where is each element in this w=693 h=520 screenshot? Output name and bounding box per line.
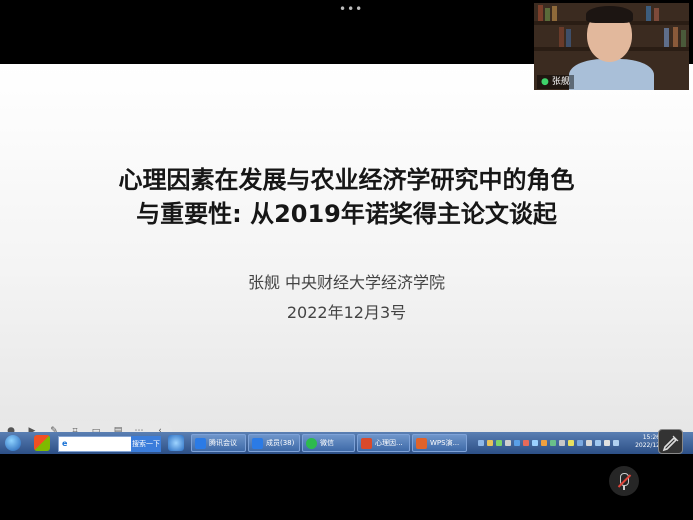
task-tencent-meeting[interactable]: 腾讯会议 [191, 434, 246, 452]
wechat-icon [306, 437, 317, 449]
microphone-on-icon: ● [541, 77, 549, 87]
participant-body [569, 59, 654, 90]
tray-icon[interactable] [478, 440, 484, 446]
microphone-stand [623, 486, 625, 490]
tray-icon[interactable] [523, 440, 529, 446]
start-button-icon[interactable] [5, 435, 21, 451]
tray-icon[interactable] [550, 440, 556, 446]
network-icon[interactable] [595, 440, 601, 446]
search-input[interactable]: e [58, 436, 132, 452]
book [681, 30, 686, 47]
shared-slide: 心理因素在发展与农业经济学研究中的角色 与重要性: 从2019年诺奖得主论文谈起… [0, 64, 693, 437]
participant-name-tag: ● 张舰 [537, 75, 574, 89]
clock-date: 2022/12 [635, 442, 660, 449]
book [664, 28, 669, 47]
task-wps[interactable]: WPS演... [412, 434, 467, 452]
tray-icon[interactable] [577, 440, 583, 446]
tray-icon[interactable] [541, 440, 547, 446]
presentation-icon [361, 437, 372, 449]
tray-icon[interactable] [613, 440, 619, 446]
more-options-icon[interactable]: ••• [339, 3, 363, 15]
tray-icon[interactable] [496, 440, 502, 446]
mute-microphone-button[interactable] [609, 466, 639, 496]
book [566, 29, 571, 47]
book [646, 6, 651, 21]
task-wechat[interactable]: 微信 [302, 434, 355, 452]
ie-icon: e [62, 439, 68, 448]
members-icon [252, 437, 263, 449]
windows-logo-icon[interactable] [34, 435, 50, 451]
tray-icon[interactable] [559, 440, 565, 446]
book [538, 5, 543, 21]
participant-video-tile[interactable]: ● 张舰 [534, 3, 689, 90]
tray-icon[interactable] [568, 440, 574, 446]
task-members[interactable]: 成员(38) [248, 434, 300, 452]
annotate-pen-button[interactable] [658, 429, 683, 454]
slide-title-line-1: 心理因素在发展与农业经济学研究中的角色 [118, 166, 575, 194]
tray-icon[interactable] [586, 440, 592, 446]
wps-icon [416, 437, 427, 449]
book [559, 27, 564, 47]
book [654, 8, 659, 21]
windows-taskbar: e 搜索一下 腾讯会议 成员(38) 微信 心理因... WPS演... 15:… [0, 432, 693, 454]
pen-icon [662, 435, 679, 452]
participant-name: 张舰 [551, 77, 570, 87]
book [552, 6, 557, 21]
volume-icon[interactable] [604, 440, 610, 446]
book [673, 27, 678, 47]
slide-date: 2022年12月3号 [286, 303, 407, 322]
tray-icon[interactable] [487, 440, 493, 446]
clock-time: 15:26 [642, 434, 660, 441]
search-button[interactable]: 搜索一下 [131, 436, 161, 452]
browser-icon[interactable] [168, 435, 184, 451]
slide-author: 张舰 中央财经大学经济学院 [247, 273, 446, 292]
tray-icon[interactable] [532, 440, 538, 446]
book [545, 8, 550, 21]
slide-title-line-2: 与重要性: 从2019年诺奖得主论文谈起 [136, 200, 557, 228]
task-slide-document[interactable]: 心理因... [357, 434, 410, 452]
tray-icon[interactable] [505, 440, 511, 446]
system-clock[interactable]: 15:26 2022/12 [630, 434, 660, 450]
tencent-meeting-icon [195, 437, 206, 449]
participant-hair [586, 6, 633, 23]
tray-icon[interactable] [514, 440, 520, 446]
